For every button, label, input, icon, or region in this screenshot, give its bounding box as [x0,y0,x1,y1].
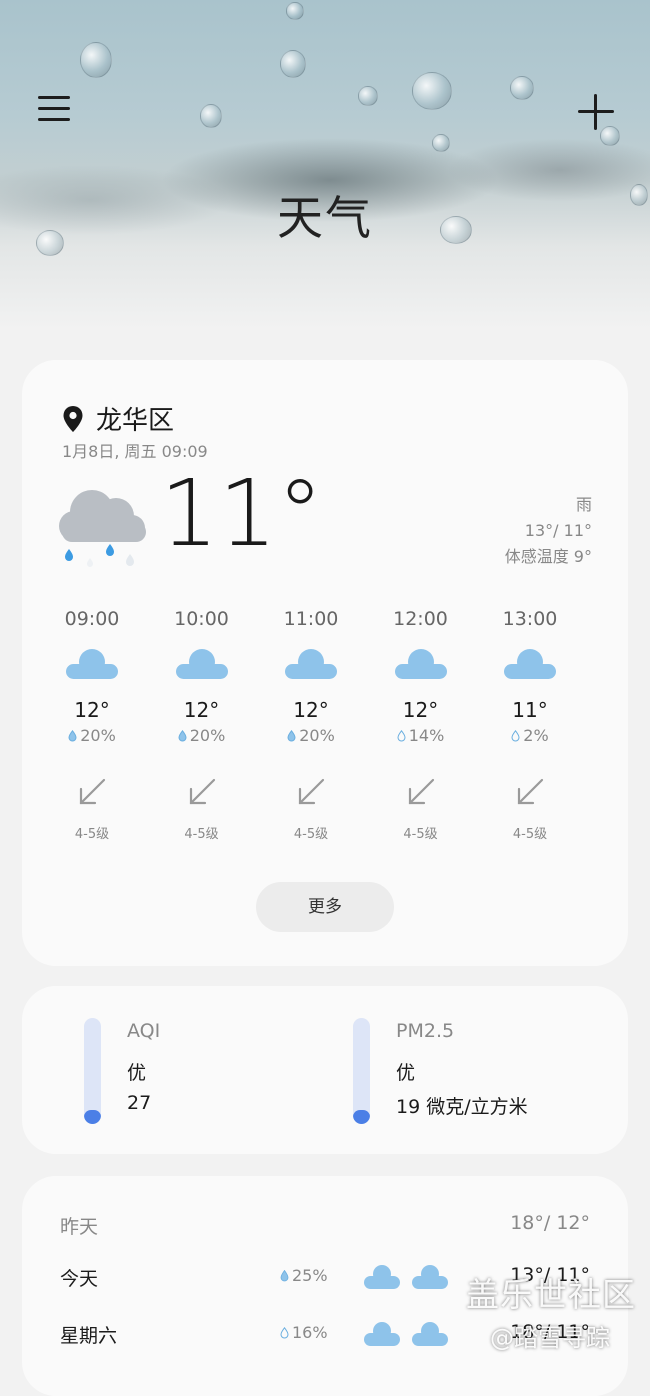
raindrop-decoration [358,86,378,106]
forecast-day: 昨天 [60,1216,99,1238]
raindrop-icon [68,730,77,742]
hourly-item: 10:00 12° 20% 4-5级 [147,608,257,842]
hour-precipitation: 20% [256,726,366,745]
raindrop-icon [287,730,296,742]
hourly-item: 09:00 12° 20% 4-5级 [37,608,147,842]
hour-precipitation: 14% [366,726,476,745]
hour-precipitation: 20% [37,726,147,745]
hour-temperature: 12° [183,698,220,722]
hour-time: 10:00 [174,608,229,630]
hamburger-menu-icon [38,96,70,99]
raindrop-decoration [200,104,222,128]
aqi-level: 优 [127,1062,147,1084]
hourly-item: 11:00 12° 20% 4-5级 [256,608,366,842]
hour-time: 09:00 [64,608,120,630]
current-temperature: 11° [160,460,324,567]
raindrop-outline-icon [397,730,406,742]
aqi-gauge [84,1018,101,1124]
hour-wind: 4-5级 [403,827,438,842]
hour-time: 13:00 [502,608,558,630]
pm25-value: 19 微克/立方米 [396,1096,528,1118]
raindrop-decoration [280,50,306,78]
location-pin-icon [63,405,83,432]
raindrop-decoration [432,134,450,152]
hour-time: 12:00 [393,608,448,630]
raindrop-decoration [286,2,304,20]
condition-text: 雨 [575,495,592,514]
forecast-precip: 25% [280,1266,328,1285]
aqi-title: AQI [127,1020,161,1042]
current-conditions: 雨 13°/ 11° 体感温度 9° [505,492,592,570]
hour-wind: 4-5级 [184,827,219,842]
pm25-title: PM2.5 [396,1020,455,1042]
pm25-gauge-fill [353,1110,370,1124]
high-low-temperature: 13°/ 11° [524,521,592,540]
wind-direction-arrow-icon [189,778,215,805]
aqi-value: 27 [127,1092,152,1114]
cloudy-icon [504,649,556,679]
raindrop-icon [178,730,187,742]
cloud-icon-pair [364,1265,448,1289]
forecast-row-yesterday: 昨天 18°/ 12° [60,1212,590,1242]
cloudy-icon [285,649,337,679]
hour-temperature: 12° [74,698,110,722]
feels-like-temperature: 体感温度 9° [504,547,592,566]
forecast-precip: 16% [280,1323,328,1342]
wind-direction-arrow-icon [408,778,434,805]
hour-precipitation: 20% [147,726,257,745]
watermark: 盖乐世社区 [466,1275,636,1314]
hour-temperature: 12° [402,698,439,722]
hour-wind: 4-5级 [293,827,329,842]
watermark-handle: @踏雪寻踪 [490,1324,610,1352]
hourly-forecast: 09:00 12° 20% 4-5级 10:00 12° 20% 4-5级 11:00 12° 20… [37,608,587,858]
raindrop-decoration [80,42,112,78]
hour-temperature: 12° [293,698,329,722]
forecast-day: 星期六 [60,1325,118,1347]
hour-precipitation: 2% [475,726,585,745]
pm25-gauge [353,1018,370,1124]
hour-temperature: 11° [512,698,548,722]
pm25-level: 优 [396,1062,416,1084]
wind-direction-arrow-icon [79,778,106,805]
raindrop-decoration [412,72,452,110]
more-button[interactable]: 更多 [256,882,394,932]
location-row: 龙华区 [62,400,174,437]
raindrop-icon [280,1270,289,1282]
cloudy-icon [394,649,447,679]
air-quality-card[interactable]: AQI 优 27 PM2.5 优 19 微克/立方米 [22,986,628,1154]
cloudy-icon [175,649,228,679]
current-weather-card[interactable]: 龙华区 1月8日, 周五 09:09 11° 雨 13°/ 11° 体感温度 9… [22,360,628,966]
menu-button[interactable] [38,96,70,126]
wind-direction-arrow-icon [517,778,544,805]
wind-direction-arrow-icon [298,778,325,805]
hour-wind: 4-5级 [512,827,548,842]
add-location-button[interactable] [578,94,614,130]
hourly-item: 12:00 12° 14% 4-5级 [366,608,476,842]
hourly-item: 13:00 11° 2% 4-5级 [475,608,585,842]
hour-wind: 4-5级 [74,827,110,842]
rain-cloud-icon [59,490,146,567]
forecast-day: 今天 [60,1268,99,1290]
forecast-temp: 18°/ 12° [510,1212,590,1234]
cloud-icon-pair [364,1322,448,1346]
weather-hero-background [0,0,650,330]
raindrop-decoration [510,76,534,100]
page-title: 天气 [277,191,373,245]
current-datetime: 1月8日, 周五 09:09 [62,442,208,461]
aqi-gauge-fill [84,1110,101,1124]
location-name: 龙华区 [96,406,175,436]
cloudy-icon [66,649,118,679]
raindrop-outline-icon [280,1327,289,1339]
hour-time: 11:00 [283,608,339,630]
raindrop-outline-icon [511,730,520,742]
